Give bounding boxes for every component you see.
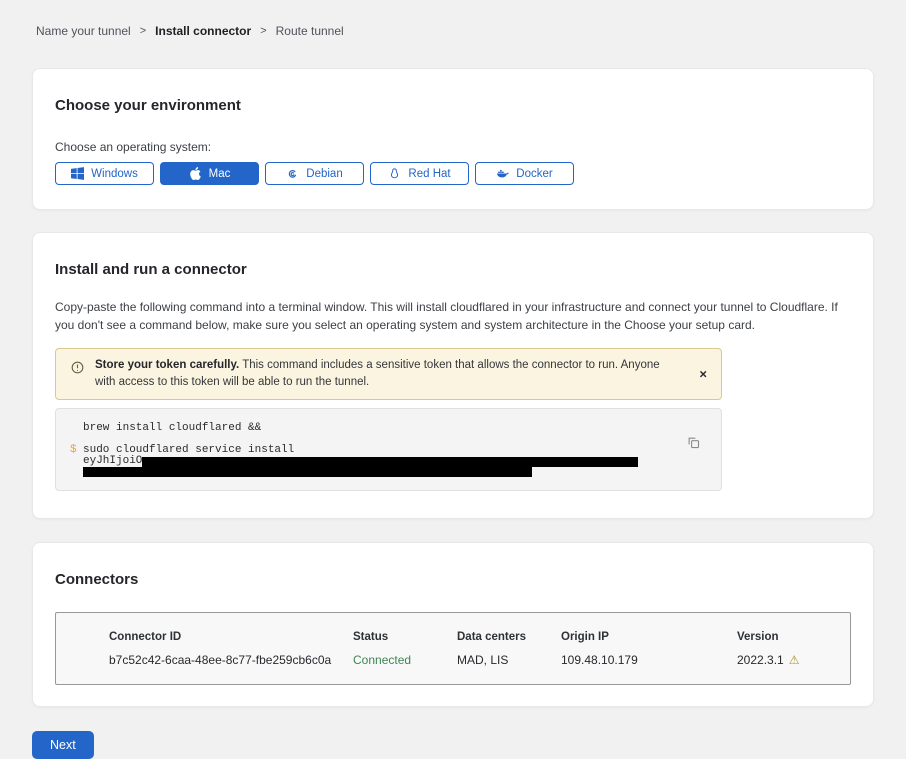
close-banner-button[interactable]: × <box>695 366 711 383</box>
os-button-group: Windows Mac Debian Red Hat <box>55 162 851 185</box>
connectors-table: Connector ID Status Data centers Origin … <box>55 612 851 685</box>
connector-id-cell: b7c52c42-6caa-48ee-8c77-fbe259cb6c0a <box>109 653 353 667</box>
os-button-debian[interactable]: Debian <box>265 162 364 185</box>
shell-prompt: $ <box>70 445 83 456</box>
info-circle-icon <box>70 360 85 375</box>
warning-bold-text: Store your token carefully. <box>95 359 239 371</box>
debian-icon <box>286 167 299 180</box>
code-line: $sudo cloudflared service install <box>70 445 707 456</box>
tunnel-setup-page: Name your tunnel > Install connector > R… <box>0 0 906 759</box>
breadcrumb-separator: > <box>260 25 266 37</box>
code-line-1: brew install cloudflared && <box>83 423 261 434</box>
os-button-windows[interactable]: Windows <box>55 162 154 185</box>
environment-card-title: Choose your environment <box>55 97 851 114</box>
copy-command-button[interactable] <box>686 435 701 450</box>
install-connector-card: Install and run a connector Copy-paste t… <box>32 232 874 519</box>
token-prefix: eyJhIjoiO <box>83 456 142 467</box>
os-select-label: Choose an operating system: <box>55 140 851 154</box>
os-button-label: Debian <box>306 168 342 180</box>
os-button-label: Windows <box>91 168 138 180</box>
token-warning-banner: Store your token carefully. This command… <box>55 348 722 400</box>
redacted-token-bar <box>83 467 532 477</box>
version-value: 2022.3.1 <box>737 653 784 667</box>
warning-triangle-icon: ⚠ <box>789 654 800 666</box>
os-button-redhat[interactable]: Red Hat <box>370 162 469 185</box>
col-header-version: Version <box>737 631 850 643</box>
windows-icon <box>71 167 84 180</box>
os-button-label: Mac <box>209 168 231 180</box>
os-button-docker[interactable]: Docker <box>475 162 574 185</box>
os-button-label: Docker <box>516 168 552 180</box>
version-cell: 2022.3.1 ⚠ <box>737 653 850 667</box>
copy-icon <box>686 435 701 450</box>
apple-icon <box>189 167 202 180</box>
breadcrumb-route-tunnel[interactable]: Route tunnel <box>276 24 344 38</box>
origin-ip-cell: 109.48.10.179 <box>561 653 737 667</box>
code-line <box>70 467 707 477</box>
install-command-codeblock: brew install cloudflared && $sudo cloudf… <box>55 408 722 491</box>
col-header-origin-ip: Origin IP <box>561 631 737 643</box>
docker-icon <box>496 167 509 180</box>
col-header-connector-id: Connector ID <box>109 631 353 643</box>
code-line: brew install cloudflared && <box>70 423 707 434</box>
code-line: eyJhIjoiO <box>70 456 707 467</box>
breadcrumb-install-connector[interactable]: Install connector <box>155 24 251 38</box>
choose-environment-card: Choose your environment Choose an operat… <box>32 68 874 210</box>
os-button-label: Red Hat <box>408 168 450 180</box>
col-header-status: Status <box>353 631 457 643</box>
col-header-data-centers: Data centers <box>457 631 561 643</box>
install-description: Copy-paste the following command into a … <box>55 298 851 334</box>
connectors-card: Connectors Connector ID Status Data cent… <box>32 542 874 707</box>
install-card-title: Install and run a connector <box>55 261 851 278</box>
breadcrumb-separator: > <box>140 25 146 37</box>
status-badge: Connected <box>353 653 457 667</box>
redacted-token-bar <box>142 457 638 467</box>
table-row: b7c52c42-6caa-48ee-8c77-fbe259cb6c0a Con… <box>56 643 850 684</box>
breadcrumb-name-your-tunnel[interactable]: Name your tunnel <box>36 24 131 38</box>
next-button[interactable]: Next <box>32 731 94 759</box>
os-button-mac[interactable]: Mac <box>160 162 259 185</box>
redhat-icon <box>388 167 401 180</box>
data-centers-cell: MAD, LIS <box>457 653 561 667</box>
warning-message: Store your token carefully. This command… <box>95 357 709 391</box>
breadcrumb: Name your tunnel > Install connector > R… <box>32 24 874 38</box>
table-header-row: Connector ID Status Data centers Origin … <box>56 613 850 643</box>
connectors-card-title: Connectors <box>55 571 851 588</box>
